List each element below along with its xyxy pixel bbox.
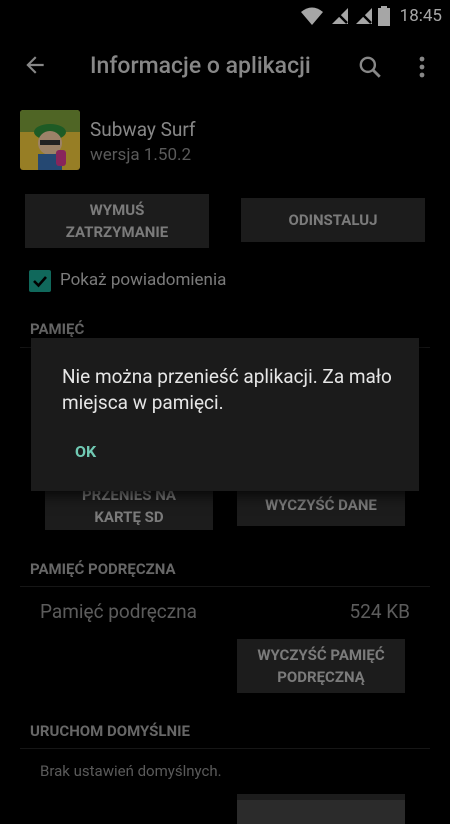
error-dialog: Nie można przenieść aplikacji. Za mało m… [31,338,419,491]
dialog-ok-button[interactable]: OK [75,442,96,461]
dialog-message: Nie można przenieść aplikacji. Za mało m… [62,365,392,414]
